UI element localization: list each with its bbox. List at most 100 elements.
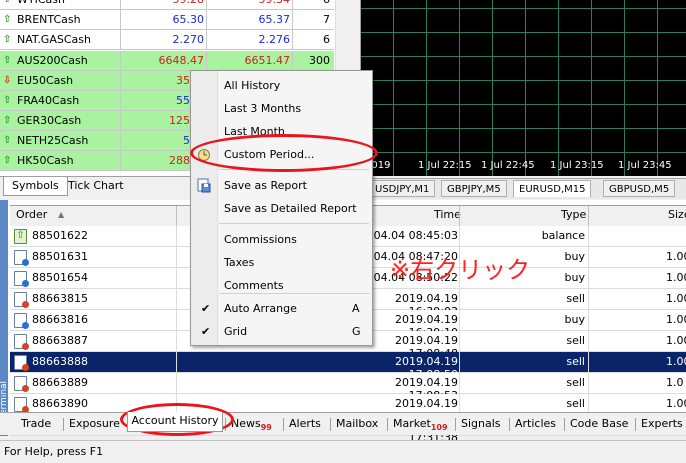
- tab-label: Market: [393, 417, 431, 430]
- symbol-name: BRENTCash: [17, 13, 81, 26]
- column-divider: [292, 0, 293, 10]
- market-watch-row[interactable]: ⇧ AUS200Cash 6648.47 6651.47 300: [0, 51, 334, 71]
- terminal-tab-signals[interactable]: Signals: [461, 416, 501, 432]
- symbol-name: HK50Cash: [17, 154, 74, 167]
- terminal-tab-mailbox[interactable]: Mailbox: [336, 416, 378, 432]
- order-type-dot-icon: [22, 280, 29, 287]
- column-divider: [120, 151, 121, 171]
- menu-item-save-as-detailed-report[interactable]: Save as Detailed Report: [191, 198, 372, 220]
- bid-price: 65.30: [172, 13, 205, 26]
- order-size: 1.00: [666, 397, 686, 410]
- table-row[interactable]: 886638882019.04.19 17:08:50sell1.00: [10, 352, 686, 381]
- menu-item-auto-arrange[interactable]: ✔ Auto Arrange A: [191, 298, 372, 320]
- status-text: For Help, press F1: [4, 445, 104, 458]
- up-arrow-icon: ⇧: [3, 95, 12, 106]
- terminal-tab-news[interactable]: News99: [231, 416, 272, 432]
- column-divider: [120, 91, 121, 111]
- tab-label: Code Base: [570, 417, 629, 430]
- order-type-dot-icon: [22, 322, 29, 329]
- tab-symbols[interactable]: Symbols: [3, 177, 68, 196]
- symbol-name: AUS200Cash: [17, 54, 88, 67]
- checkmark-icon: ✔: [201, 325, 211, 338]
- column-divider: [588, 331, 589, 352]
- tab-divider: [564, 418, 565, 431]
- column-divider: [588, 289, 589, 310]
- terminal-tab-alerts[interactable]: Alerts: [289, 416, 321, 432]
- column-divider: [588, 247, 589, 268]
- tab-label: Articles: [515, 417, 557, 430]
- spread-value: 6: [323, 33, 330, 46]
- order-type: sell: [566, 376, 585, 389]
- menu-item-label: Auto Arrange: [224, 302, 297, 315]
- column-divider: [176, 226, 177, 247]
- menu-item-label: All History: [224, 79, 281, 92]
- menu-item-taxes[interactable]: Taxes: [191, 252, 372, 274]
- column-time[interactable]: Time: [434, 208, 461, 221]
- column-divider: [120, 30, 121, 50]
- menu-item-grid[interactable]: ✔ Grid G: [191, 321, 372, 343]
- terminal-tab-trade[interactable]: Trade: [21, 416, 51, 432]
- annotation-note: ※右クリック: [390, 256, 531, 284]
- tab-label: Exposure: [69, 417, 120, 430]
- menu-item-label: Save as Report: [224, 179, 307, 192]
- symbol-name: GER30Cash: [17, 114, 82, 127]
- column-divider: [206, 30, 207, 50]
- save-report-icon: [196, 178, 211, 193]
- bid-price: 59.28: [120, 0, 205, 6]
- highlight-ellipse-custom-period: [190, 134, 378, 172]
- table-row[interactable]: 886638892019.04.19 17:08:53sell1.0: [10, 373, 686, 402]
- tab-account-history[interactable]: Account History: [127, 412, 223, 432]
- up-arrow-icon: ⇧: [3, 155, 12, 166]
- order-icon: [14, 292, 29, 308]
- price-chart[interactable]: 2019 1 Jul 22:15 1 Jul 22:45 1 Jul 23:15 1 J…: [361, 0, 686, 176]
- chart-tab[interactable]: EURUSD,M15: [513, 180, 592, 197]
- ask-price: 2.276: [258, 33, 291, 46]
- tab-tick-chart[interactable]: Tick Chart: [60, 177, 132, 196]
- menu-item-save-as-report[interactable]: Save as Report: [191, 175, 372, 197]
- column-divider: [176, 247, 177, 268]
- column-type[interactable]: Type: [561, 208, 586, 221]
- market-watch-row[interactable]: ⇧ NAT.GASCash 2.270 2.276 6: [0, 30, 334, 50]
- order-size: 1.0: [666, 376, 684, 389]
- chart-tab[interactable]: USDJPY,M1: [369, 180, 436, 197]
- column-divider: [176, 352, 177, 373]
- menu-item-shortcut: A: [352, 302, 360, 315]
- up-arrow-icon: ⇧: [3, 55, 12, 66]
- column-divider: [292, 51, 293, 71]
- column-divider: [206, 0, 207, 10]
- bid-price: 2.270: [172, 33, 205, 46]
- menu-item-commissions[interactable]: Commissions: [191, 229, 372, 251]
- column-divider: [459, 310, 460, 331]
- menu-item-all-history[interactable]: All History: [191, 75, 372, 97]
- up-arrow-icon: ⇧: [3, 135, 12, 146]
- terminal-tabs: Trade Exposure News99 Alerts Mailbox Market10…: [0, 412, 686, 435]
- market-watch-row[interactable]: ⇧ BRENTCash 65.30 65.37 7: [0, 10, 334, 30]
- column-divider: [176, 310, 177, 331]
- sort-arrow-icon: ▲: [58, 210, 65, 219]
- order-icon: [14, 376, 29, 392]
- order-number: 88501622: [32, 229, 88, 242]
- chart-tab[interactable]: GBPUSD,M5: [603, 180, 676, 197]
- column-divider: [176, 268, 177, 289]
- terminal-tab-market[interactable]: Market109: [393, 416, 448, 432]
- chart-tabs: USDJPY,M1 GBPJPY,M5 EURUSD,M15 GBPUSD,M5: [361, 178, 686, 199]
- symbol-name: NAT.GASCash: [17, 33, 91, 46]
- order-type-dot-icon: [22, 259, 29, 266]
- terminal-tab-code-base[interactable]: Code Base: [570, 416, 628, 432]
- order-number: 88663887: [32, 334, 88, 347]
- order-size: 1.00: [666, 334, 686, 347]
- balance-icon: ⇧: [14, 229, 27, 244]
- terminal-tab-articles[interactable]: Articles: [515, 416, 556, 432]
- tab-label: Alerts: [289, 417, 321, 430]
- up-arrow-icon: ⇧: [3, 34, 12, 45]
- terminal-tab-exposure[interactable]: Exposure: [69, 416, 120, 432]
- market-watch-row[interactable]: ⇧ WTICash 59.2859.346: [0, 0, 334, 10]
- terminal-tab-experts[interactable]: Experts: [641, 416, 683, 432]
- menu-item-last-3-months[interactable]: Last 3 Months: [191, 98, 372, 120]
- order-icon: [14, 271, 29, 287]
- column-order[interactable]: Order: [16, 208, 47, 221]
- chart-tab[interactable]: GBPJPY,M5: [441, 180, 507, 197]
- column-divider: [588, 268, 589, 289]
- column-size[interactable]: Size: [668, 208, 686, 221]
- chart-time-label: 1 Jul 23:15: [550, 160, 604, 171]
